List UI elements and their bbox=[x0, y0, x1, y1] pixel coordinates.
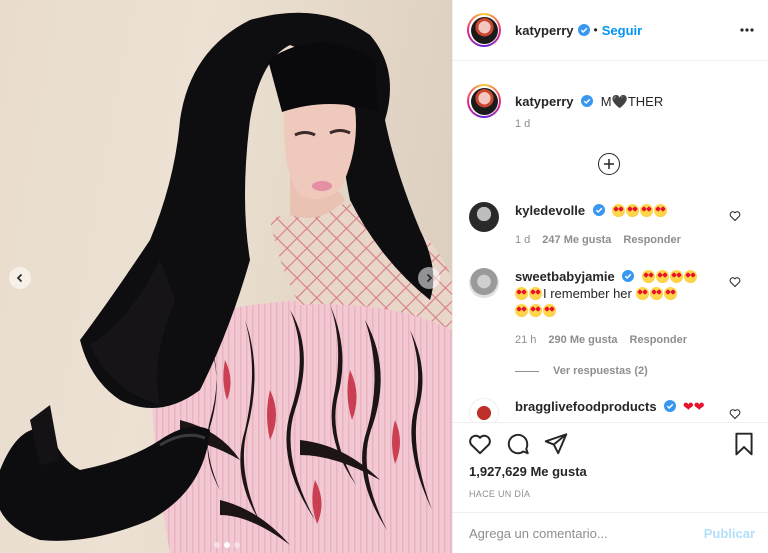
post-media[interactable] bbox=[0, 0, 452, 553]
carousel-dots bbox=[214, 542, 240, 548]
chevron-left-icon bbox=[16, 273, 23, 283]
publish-button[interactable]: Publicar bbox=[704, 526, 755, 541]
post-time: HACE UN DÍA bbox=[469, 489, 531, 499]
commenter-avatar[interactable] bbox=[469, 202, 499, 232]
chevron-right-icon bbox=[426, 273, 433, 283]
comments-section[interactable]: katyperry M🖤THER 1 d kyledevolle 1 d 247… bbox=[453, 62, 768, 422]
carousel-dot bbox=[234, 542, 240, 548]
heart-outline-icon[interactable] bbox=[729, 408, 741, 420]
load-more-comments-button[interactable] bbox=[598, 153, 620, 175]
comment-username[interactable]: sweetbabyjamie bbox=[515, 269, 615, 284]
post-details-panel: katyperry • Seguir katyperry M🖤THER 1 d … bbox=[452, 0, 768, 553]
comment-text: I remember her bbox=[543, 286, 632, 301]
comment-likes[interactable]: 247 Me gusta bbox=[542, 234, 611, 246]
more-icon[interactable] bbox=[739, 22, 755, 38]
comment-icon[interactable] bbox=[505, 431, 531, 457]
reply-button[interactable]: Responder bbox=[623, 234, 680, 246]
view-replies-label: Ver respuestas (2) bbox=[553, 365, 648, 377]
post-header: katyperry • Seguir bbox=[453, 0, 768, 61]
caption-username[interactable]: katyperry bbox=[515, 94, 574, 109]
plus-circle-icon bbox=[604, 159, 614, 169]
caption-time: 1 d bbox=[515, 118, 531, 130]
view-replies-button[interactable]: Ver respuestas (2) bbox=[515, 365, 648, 377]
comment-hearts: ❤❤ bbox=[682, 399, 705, 414]
heart-outline-icon[interactable] bbox=[729, 276, 741, 288]
comment-emojis bbox=[612, 203, 668, 218]
verified-badge-icon bbox=[622, 270, 635, 282]
comment-composer: Publicar bbox=[453, 512, 768, 553]
replies-line bbox=[515, 370, 539, 372]
caption: katyperry M🖤THER bbox=[467, 84, 663, 118]
commenter-avatar[interactable] bbox=[469, 398, 499, 422]
carousel-prev-button[interactable] bbox=[9, 267, 31, 289]
avatar[interactable] bbox=[467, 13, 501, 47]
comment-time: 1 d bbox=[515, 234, 531, 246]
comment-time: 21 h bbox=[515, 334, 537, 346]
carousel-next-button[interactable] bbox=[418, 267, 440, 289]
comment-username[interactable]: bragglivefoodproducts bbox=[515, 399, 657, 414]
comment-emojis bbox=[641, 269, 698, 284]
share-icon[interactable] bbox=[543, 431, 569, 457]
reply-button[interactable]: Responder bbox=[630, 334, 687, 346]
comment-username[interactable]: kyledevolle bbox=[515, 203, 585, 218]
comment-likes[interactable]: 290 Me gusta bbox=[548, 334, 617, 346]
heart-outline-icon[interactable] bbox=[729, 210, 741, 222]
like-button[interactable] bbox=[467, 431, 493, 457]
verified-badge-icon bbox=[581, 95, 594, 107]
comment-input[interactable] bbox=[469, 523, 689, 543]
header-username[interactable]: katyperry bbox=[515, 23, 574, 38]
likes-count[interactable]: 1,927,629 Me gusta bbox=[469, 464, 587, 479]
verified-badge-icon bbox=[577, 24, 590, 36]
caption-text: M🖤THER bbox=[600, 94, 664, 109]
follow-button[interactable]: Seguir bbox=[602, 23, 642, 38]
carousel-dot-active bbox=[224, 542, 230, 548]
verified-badge-icon bbox=[664, 400, 677, 412]
comment-meta: 1 d 247 Me gusta Responder bbox=[515, 234, 681, 246]
post-photo bbox=[0, 12, 452, 553]
carousel-dot bbox=[214, 542, 220, 548]
verified-badge-icon bbox=[592, 204, 605, 216]
bookmark-icon[interactable] bbox=[731, 431, 757, 457]
post-actions: 1,927,629 Me gusta HACE UN DÍA bbox=[453, 422, 768, 510]
separator-dot: • bbox=[593, 23, 598, 37]
comment-meta: 21 h 290 Me gusta Responder bbox=[515, 334, 687, 346]
avatar[interactable] bbox=[467, 84, 501, 118]
black-heart-icon: 🖤 bbox=[611, 94, 628, 109]
commenter-avatar[interactable] bbox=[469, 268, 499, 298]
